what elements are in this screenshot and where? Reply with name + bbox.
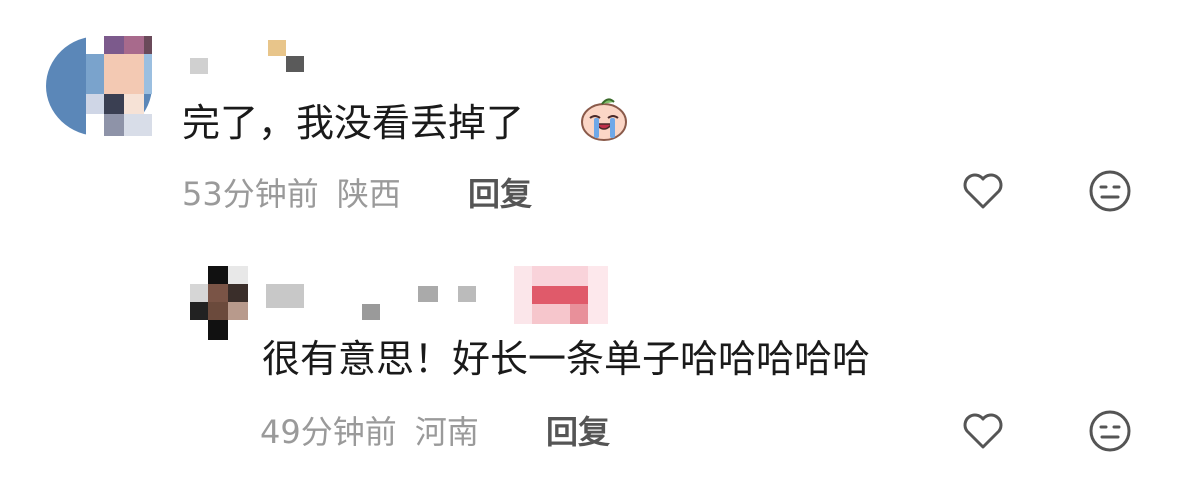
comment-location: 河南 <box>414 413 479 451</box>
comment-text: 很有意思！好长一条单子哈哈哈哈哈 <box>262 337 871 381</box>
comment-meta: 49分钟前 河南 <box>260 410 479 454</box>
comment-time: 53分钟前 <box>182 175 319 213</box>
comment-text: 完了，我没看丢掉了 <box>182 101 525 145</box>
comment-time: 49分钟前 <box>260 413 397 451</box>
like-heart-icon[interactable] <box>959 167 1007 215</box>
like-heart-icon[interactable] <box>959 407 1007 455</box>
reply-button[interactable]: 回复 <box>546 410 610 454</box>
comment-meta: 53分钟前 陕西 <box>182 172 401 216</box>
reply-button[interactable]: 回复 <box>468 172 532 216</box>
dislike-face-icon[interactable] <box>1086 407 1134 455</box>
dislike-face-icon[interactable] <box>1086 167 1134 215</box>
avatar[interactable] <box>46 36 152 136</box>
avatar[interactable] <box>190 266 248 340</box>
crying-face-emoji-icon <box>578 96 630 142</box>
comment-location: 陕西 <box>336 175 401 213</box>
